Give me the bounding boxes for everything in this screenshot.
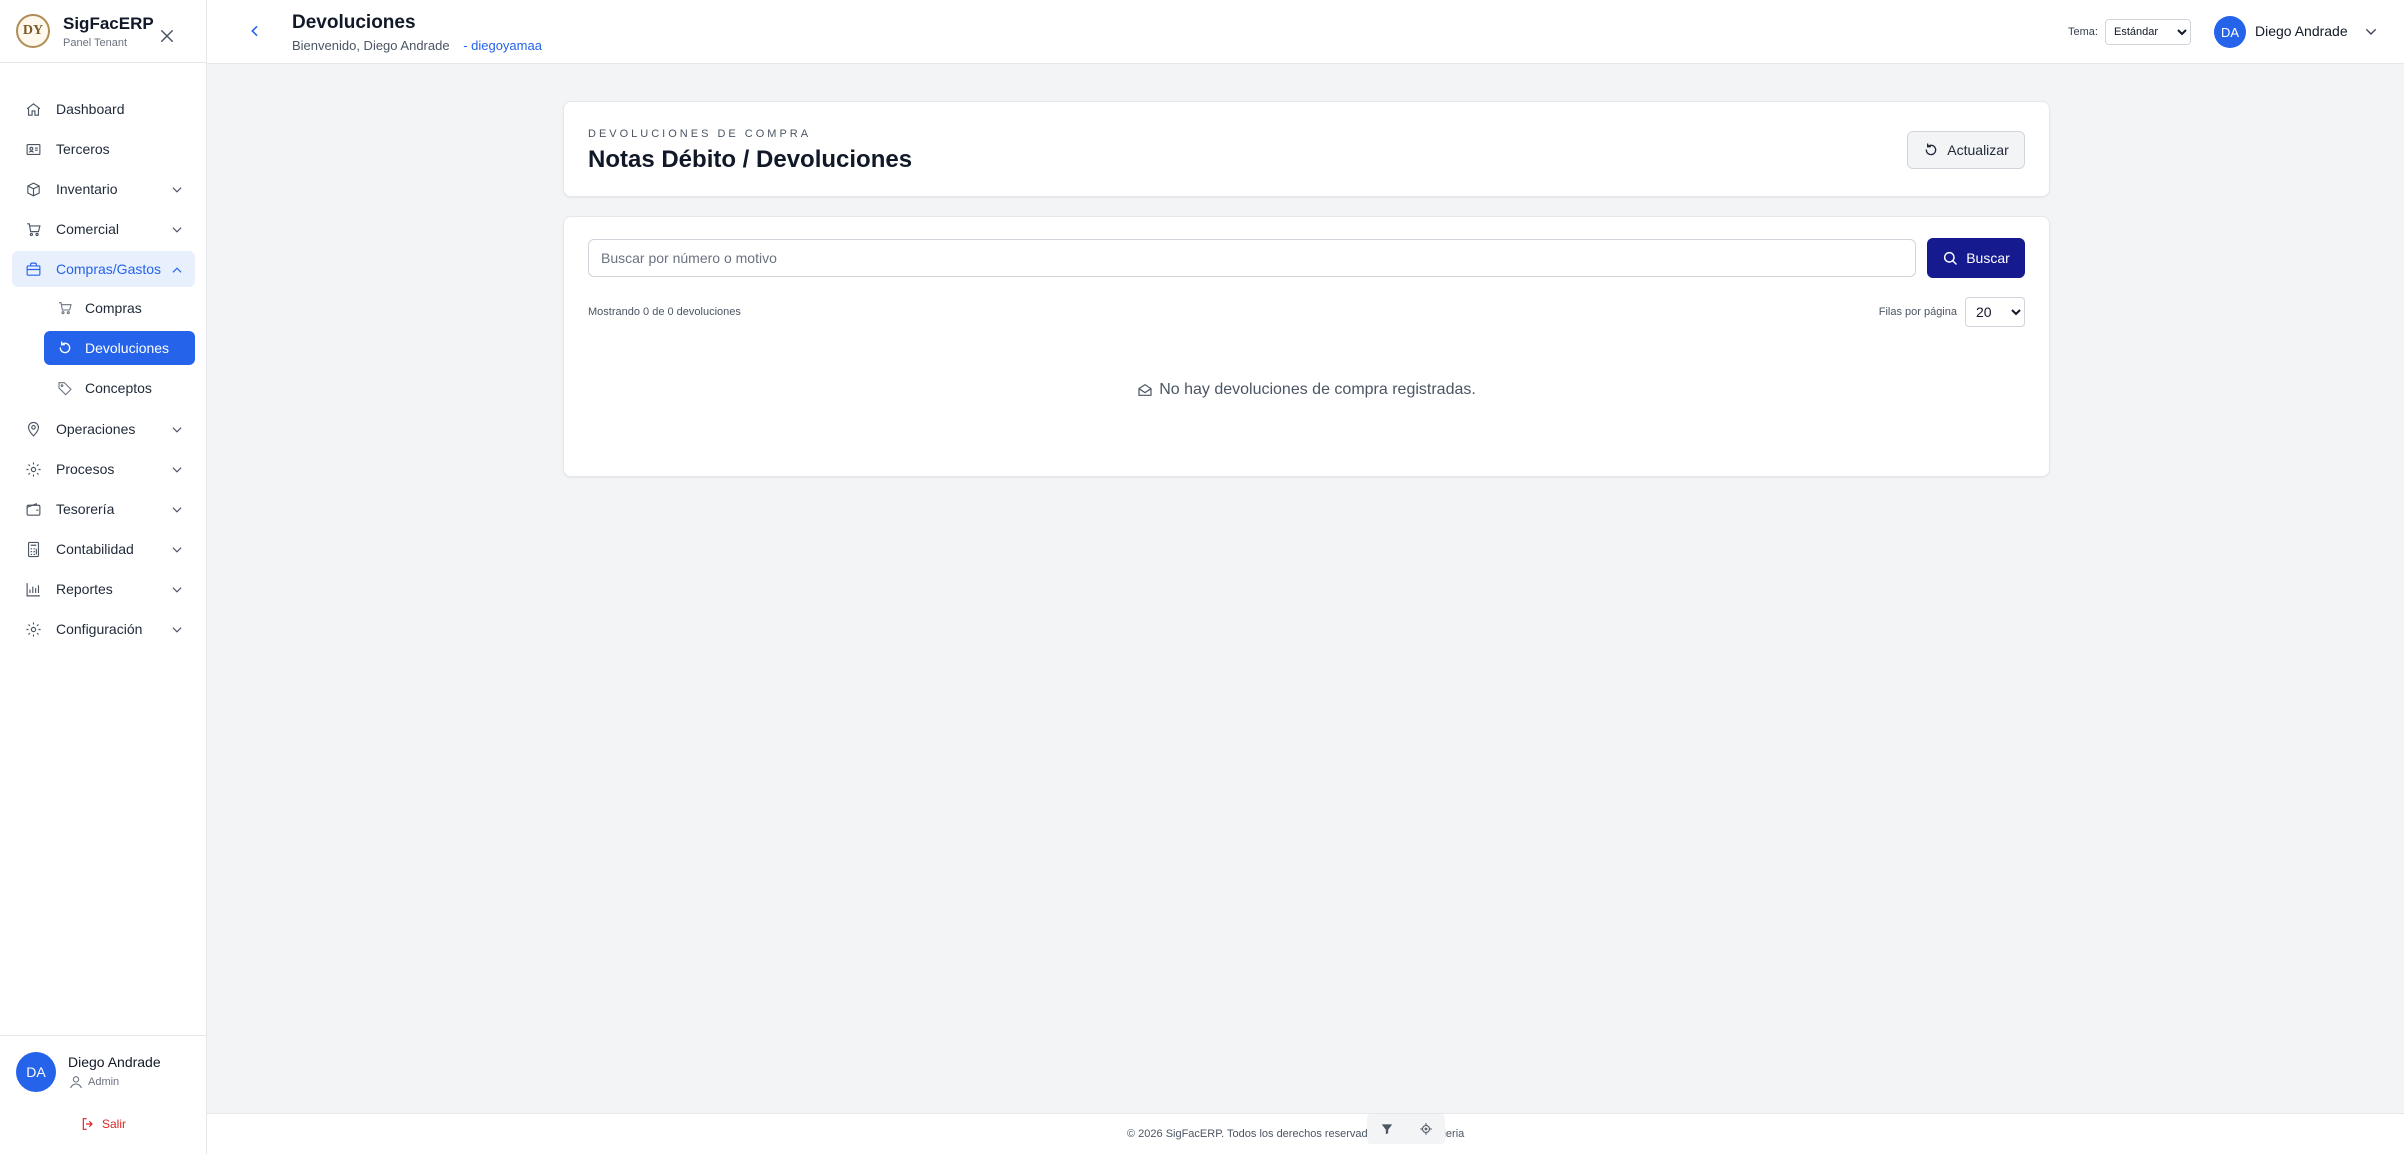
section-title: Notas Débito / Devoluciones xyxy=(588,146,913,173)
sidebar-subitem-label: Conceptos xyxy=(85,380,152,396)
sidebar-item-label: Inventario xyxy=(56,181,118,197)
rows-per-page-select[interactable]: 20 xyxy=(1965,297,2025,327)
avatar: DA xyxy=(16,1052,56,1092)
sidebar-item-inventario[interactable]: Inventario xyxy=(12,171,195,207)
title-card: DEVOLUCIONES DE COMPRA Notas Débito / De… xyxy=(563,101,2050,197)
search-icon xyxy=(1944,251,1957,265)
sidebar-item-label: Procesos xyxy=(56,461,115,477)
sidebar-subitem-label: Devoluciones xyxy=(85,340,170,356)
sidebar-item-contabilidad[interactable]: Contabilidad xyxy=(12,531,195,567)
sidebar-item-comercial[interactable]: Comercial xyxy=(12,211,195,247)
sidebar-item-terceros[interactable]: Terceros xyxy=(12,131,195,167)
logout-label: Salir xyxy=(102,1117,127,1131)
refresh-button[interactable]: Actualizar xyxy=(1907,131,2025,169)
logo: DY xyxy=(16,14,50,48)
chevron-down-icon xyxy=(172,507,182,513)
user-name: Diego Andrade xyxy=(68,1054,161,1070)
theme-select[interactable]: Estándar xyxy=(2105,19,2191,45)
sidebar-item-label: Dashboard xyxy=(56,101,125,117)
sidebar-item-label: Terceros xyxy=(56,141,110,157)
chevron-down-icon xyxy=(172,187,182,193)
id-card-icon xyxy=(26,143,41,155)
cart-icon xyxy=(27,222,41,236)
sidebar-item-label: Compras/Gastos xyxy=(56,261,162,277)
sidebar-subitem-label: Compras xyxy=(85,300,142,316)
filter-icon[interactable] xyxy=(1380,1122,1394,1136)
rotate-icon xyxy=(59,341,71,354)
gear-icon xyxy=(26,461,41,477)
footer-toolbar xyxy=(1367,1114,1445,1144)
envelope-open-icon xyxy=(1138,383,1152,396)
search-input[interactable] xyxy=(588,239,1916,277)
chevron-down-icon[interactable] xyxy=(2363,24,2379,40)
showing-count: Mostrando 0 de 0 devoluciones xyxy=(588,306,741,318)
cart-icon xyxy=(59,302,72,315)
brand-subtitle: Panel Tenant xyxy=(63,36,128,49)
location-pin-icon xyxy=(27,421,40,437)
header-user-name[interactable]: Diego Andrade xyxy=(2255,23,2348,39)
sidebar-item-reportes[interactable]: Reportes xyxy=(12,571,195,607)
refresh-label: Actualizar xyxy=(1947,142,2009,158)
tag-icon xyxy=(58,382,72,396)
sidebar-item-configuracion[interactable]: Configuración xyxy=(12,611,195,647)
sidebar-item-tesoreria[interactable]: Tesorería xyxy=(12,491,195,527)
search-button-label: Buscar xyxy=(1966,250,2010,266)
chevron-down-icon xyxy=(172,227,182,233)
home-icon xyxy=(26,102,41,116)
sidebar-subitem-devoluciones[interactable]: Devoluciones xyxy=(44,331,195,365)
chevron-down-icon xyxy=(172,427,182,433)
bag-icon xyxy=(26,262,41,276)
sidebar-subitem-compras[interactable]: Compras xyxy=(44,291,195,325)
avatar[interactable]: DA xyxy=(2214,16,2246,48)
chevron-down-icon xyxy=(172,627,182,633)
sidebar-item-label: Operaciones xyxy=(56,421,136,437)
section-eyebrow: DEVOLUCIONES DE COMPRA xyxy=(588,128,812,140)
user-icon xyxy=(70,1076,82,1089)
welcome-text: Bienvenido, Diego Andrade - diegoyamaa xyxy=(292,38,542,53)
brand-header: DY SigFacERP Panel Tenant xyxy=(0,0,206,63)
chevron-down-icon xyxy=(172,547,182,553)
sidebar-item-label: Comercial xyxy=(56,221,120,237)
sidebar-item-label: Reportes xyxy=(56,581,113,597)
chevron-up-icon xyxy=(172,267,182,273)
chevron-left-icon[interactable] xyxy=(247,23,263,39)
chevron-down-icon xyxy=(172,587,182,593)
search-button[interactable]: Buscar xyxy=(1927,238,2025,278)
sidebar-item-compras-gastos[interactable]: Compras/Gastos xyxy=(12,251,195,287)
sidebar-item-label: Configuración xyxy=(56,621,143,637)
logout-button[interactable]: Salir xyxy=(80,1116,126,1132)
user-role: Admin xyxy=(68,1074,119,1090)
refresh-icon xyxy=(1925,143,1937,156)
empty-state-text: No hay devoluciones de compra registrada… xyxy=(1159,381,1476,398)
chevron-down-icon xyxy=(172,467,182,473)
footer: © 2026 SigFacERP. Todos los derechos res… xyxy=(207,1113,2404,1154)
top-header: Devoluciones Bienvenido, Diego Andrade -… xyxy=(207,0,2404,64)
close-icon[interactable] xyxy=(158,27,176,45)
sidebar-item-procesos[interactable]: Procesos xyxy=(12,451,195,487)
empty-state: No hay devoluciones de compra registrada… xyxy=(564,381,2049,399)
sidebar-item-dashboard[interactable]: Dashboard xyxy=(12,91,195,127)
wallet-icon xyxy=(26,502,41,516)
bar-chart-icon xyxy=(26,582,40,596)
list-card: Buscar Mostrando 0 de 0 devoluciones Fil… xyxy=(563,216,2050,477)
sidebar-item-label: Tesorería xyxy=(56,501,115,517)
page-title: Devoluciones xyxy=(292,12,416,33)
user-role-label: Admin xyxy=(88,1076,120,1088)
sidebar-user-block: DA Diego Andrade Admin Salir xyxy=(0,1035,207,1154)
sidebar-nav: Dashboard Terceros Inventario Comercial … xyxy=(0,91,207,651)
gear-icon xyxy=(26,621,41,637)
box-icon xyxy=(27,181,40,197)
theme-label: Tema: xyxy=(2068,26,2098,38)
logout-icon xyxy=(82,1118,93,1130)
sidebar: DY SigFacERP Panel Tenant Dashboard Terc… xyxy=(0,0,207,1154)
calculator-icon xyxy=(27,541,40,557)
brand-name: SigFacERP xyxy=(63,13,154,33)
sidebar-item-operaciones[interactable]: Operaciones xyxy=(12,411,195,447)
username-link[interactable]: - diegoyamaa xyxy=(463,38,542,53)
welcome-label: Bienvenido, Diego Andrade xyxy=(292,38,450,53)
sidebar-item-label: Contabilidad xyxy=(56,541,134,557)
sidebar-subitem-conceptos[interactable]: Conceptos xyxy=(44,371,195,405)
rows-per-page-label: Filas por página xyxy=(1878,306,1957,318)
target-icon[interactable] xyxy=(1419,1122,1433,1136)
